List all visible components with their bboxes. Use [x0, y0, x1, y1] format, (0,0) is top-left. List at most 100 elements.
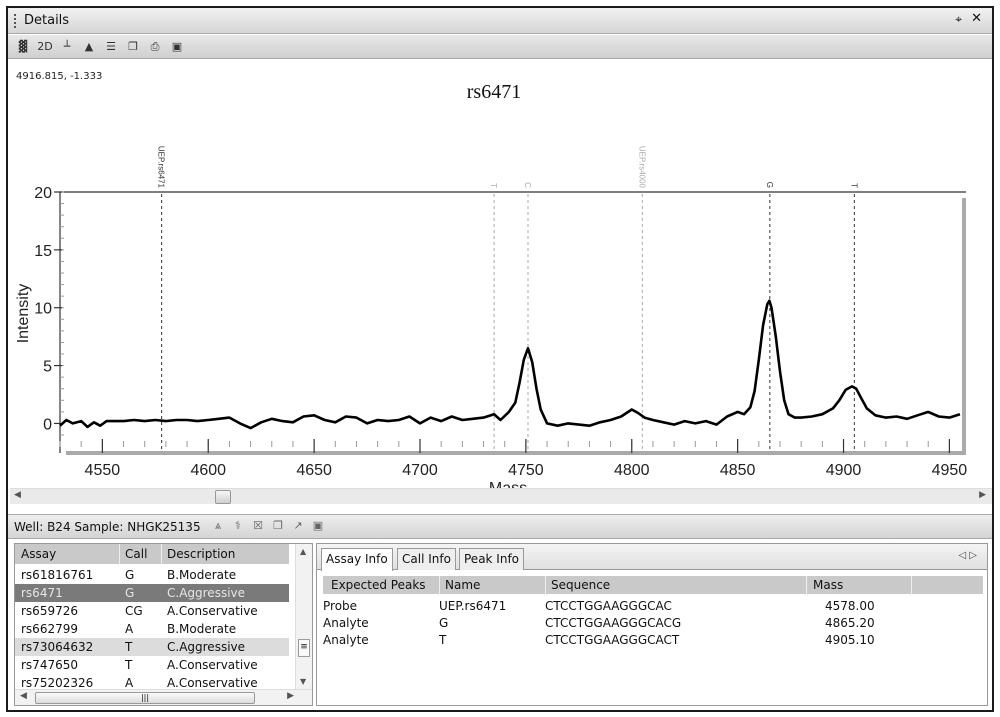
assay-row[interactable]: rs6471 G C.Aggressive	[15, 584, 289, 602]
tab-call-info[interactable]: Call Info	[397, 548, 456, 570]
scroll-thumb[interactable]: ≡	[298, 639, 310, 657]
assay-assay-cell: rs659726	[21, 604, 78, 618]
bar-view-icon[interactable]: ┴	[58, 38, 76, 55]
assay-call-cell: G	[125, 568, 135, 582]
assay-description-cell: A.Conservative	[167, 604, 258, 618]
drag-grip-icon[interactable]	[14, 14, 17, 28]
scroll-thumb[interactable]: |||	[35, 692, 255, 704]
spectrum-chart[interactable]: rs6471 0 5 10 15 20 Intensity 4550 4600 4650 4700 4…	[8, 60, 992, 488]
peak-peak-cell: Analyte	[323, 616, 369, 630]
col-name[interactable]: Name	[445, 578, 480, 592]
chart-title: rs6471	[467, 81, 521, 103]
assay-table-vertical-scrollbar[interactable]: ▲ ≡ ▼	[295, 544, 312, 689]
save-icon[interactable]: ▣	[308, 519, 328, 532]
assay-call-cell: G	[125, 586, 135, 600]
save-icon[interactable]: ▣	[168, 38, 186, 55]
details-window: Details ⌖ ✕ ▓ 2D ┴ ▲ ☰ ❐ ⎙ ▣ rs6471 0 5 10 1…	[6, 6, 994, 712]
assay-description-cell: C.Aggressive	[167, 640, 246, 654]
y-axis-label: Intensity	[15, 284, 32, 344]
scroll-right-icon[interactable]: ▶	[287, 691, 294, 701]
assay-description-cell: A.Conservative	[167, 676, 258, 690]
y-tick-label: 20	[34, 185, 52, 202]
marker-label: T	[849, 183, 858, 188]
chart-icon[interactable]: ↗	[288, 519, 308, 532]
assay-table-horizontal-scrollbar[interactable]: ◀ ||| ▶	[15, 689, 312, 705]
copy-icon[interactable]: ❐	[124, 38, 142, 55]
scroll-left-icon[interactable]: ◀	[20, 691, 27, 701]
peak-sequence-cell: CTCCTGGAAGGGCAC	[545, 599, 672, 613]
x-tick-label: 4700	[402, 462, 438, 479]
col-sequence[interactable]: Sequence	[551, 578, 610, 592]
peak-name-cell: UEP.rs6471	[439, 599, 507, 613]
well-sample-label: Well: B24 Sample: NHGK25135	[14, 520, 201, 534]
y-tick-label: 15	[34, 243, 52, 260]
chart-horizontal-scrollbar[interactable]: ◀ ▶	[10, 488, 992, 504]
peak-mass-cell: 4865.20	[825, 616, 875, 630]
print-icon[interactable]: ⎙	[146, 38, 164, 55]
marker-label: C	[523, 182, 532, 188]
2d-view-icon[interactable]: 2D	[36, 38, 54, 55]
tab-scroll-arrows-icon[interactable]: ◁ ▷	[958, 550, 977, 561]
scroll-right-icon[interactable]: ▶	[979, 490, 986, 500]
tab-assay-info[interactable]: Assay Info	[321, 548, 393, 571]
col-mass[interactable]: Mass	[813, 578, 843, 592]
assay-call-cell: T	[125, 658, 133, 672]
expected-peak-row[interactable]: Probe UEP.rs6471 CTCCTGGAAGGGCAC 4578.00	[323, 598, 983, 615]
spectrum-line	[59, 299, 961, 430]
marker-label: T	[489, 183, 498, 188]
dna-icon[interactable]: ⚕	[228, 519, 248, 532]
col-call[interactable]: Call	[125, 547, 147, 561]
assay-description-cell: B.Moderate	[167, 622, 237, 636]
y-tick-label: 0	[43, 416, 52, 433]
expected-peak-row[interactable]: Analyte T CTCCTGGAAGGGCACT 4905.10	[323, 632, 983, 649]
peak-view-icon[interactable]: ▲	[80, 38, 98, 55]
chart-toolbar: ▓ 2D ┴ ▲ ☰ ❐ ⎙ ▣	[8, 35, 992, 59]
assay-assay-cell: rs73064632	[21, 640, 94, 654]
tab-peak-info[interactable]: Peak Info	[459, 548, 525, 570]
info-panel: Assay Info Call Info Peak Info ◁ ▷ Expec…	[316, 543, 988, 706]
col-assay[interactable]: Assay	[21, 547, 56, 561]
cursor-coordinate-readout: 4916.815, -1.333	[16, 71, 103, 82]
spectrum-view-icon[interactable]: ▓	[14, 38, 32, 55]
peak-name-cell: G	[439, 616, 449, 630]
assay-row[interactable]: rs747650 T A.Conservative	[15, 656, 289, 674]
assay-call-cell: A	[125, 622, 134, 636]
col-expected-peaks[interactable]: Expected Peaks	[331, 578, 426, 592]
assay-call-cell: A	[125, 676, 134, 690]
assay-row[interactable]: rs659726 CG A.Conservative	[15, 602, 289, 620]
window-title: Details	[24, 13, 70, 28]
x-tick-label: 4600	[190, 462, 226, 479]
assay-description-cell: B.Moderate	[167, 568, 237, 582]
expected-peak-row[interactable]: Analyte G CTCCTGGAAGGGCACG 4865.20	[323, 615, 983, 632]
scroll-thumb[interactable]	[215, 490, 231, 504]
pin-icon[interactable]: ⌖	[955, 12, 962, 27]
peak-peak-cell: Analyte	[323, 633, 369, 647]
assay-description-cell: C.Aggressive	[167, 586, 246, 600]
assay-info-header: Expected Peaks Name Sequence Mass	[323, 576, 983, 594]
filter-icon[interactable]: ⩓	[208, 519, 228, 533]
scroll-down-icon[interactable]: ▼	[300, 677, 306, 686]
marker-label: UEP.rs6471	[157, 146, 166, 189]
col-description[interactable]: Description	[167, 547, 235, 561]
assay-row[interactable]: rs73064632 T C.Aggressive	[15, 638, 289, 656]
y-tick-label: 10	[34, 301, 52, 318]
assay-row[interactable]: rs61816761 G B.Moderate	[15, 566, 289, 584]
plot-right-shadow	[962, 198, 966, 451]
assay-assay-cell: rs61816761	[21, 568, 94, 582]
assay-assay-cell: rs6471	[21, 586, 63, 600]
x-tick-label: 4900	[826, 462, 862, 479]
list-view-icon[interactable]: ☰	[102, 38, 120, 55]
title-bar: Details ⌖ ✕	[8, 8, 992, 34]
assay-table-header: Assay Call Description	[15, 544, 289, 564]
copy-icon[interactable]: ❐	[268, 519, 288, 532]
assay-call-cell: T	[125, 640, 133, 654]
delete-icon[interactable]: ☒	[248, 519, 268, 532]
scroll-up-icon[interactable]: ▲	[300, 547, 306, 556]
x-tick-label: 4650	[296, 462, 332, 479]
scroll-left-icon[interactable]: ◀	[14, 490, 21, 500]
assay-description-cell: A.Conservative	[167, 658, 258, 672]
close-icon[interactable]: ✕	[971, 11, 982, 26]
x-tick-label: 4750	[508, 462, 544, 479]
assay-row[interactable]: rs662799 A B.Moderate	[15, 620, 289, 638]
assay-assay-cell: rs75202326	[21, 676, 94, 690]
